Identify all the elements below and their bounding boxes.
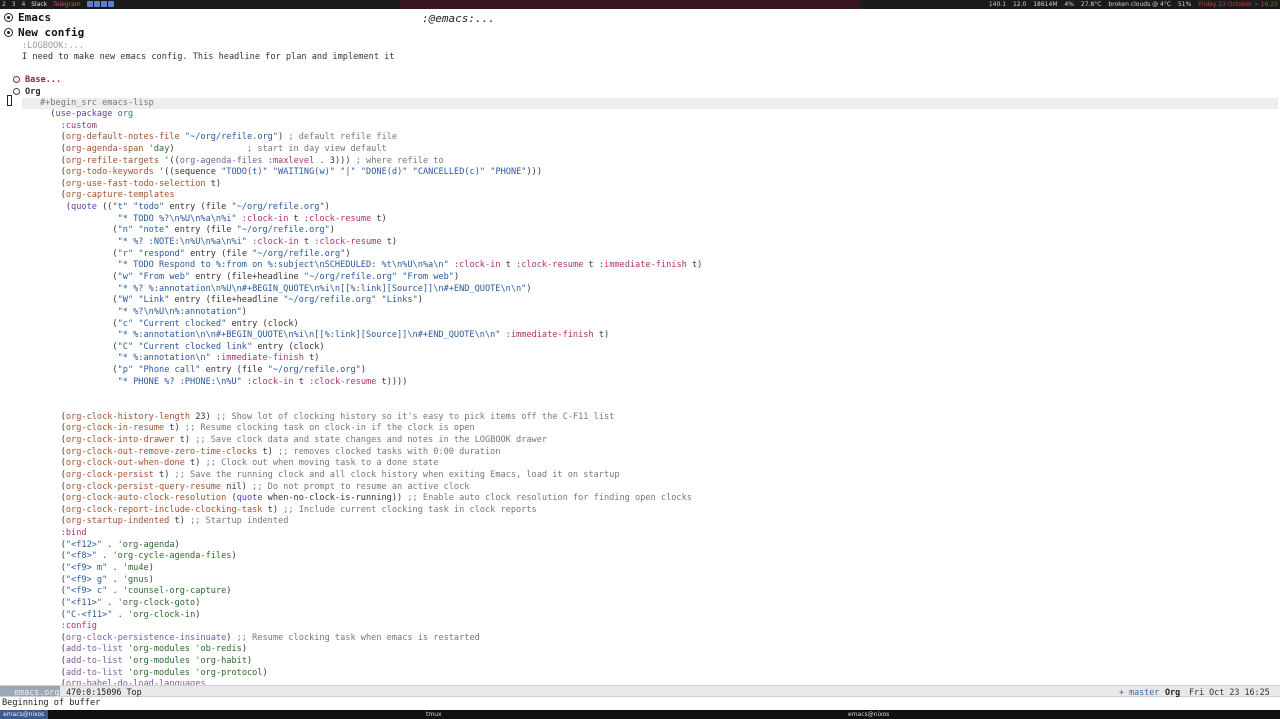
code-line: (add-to-list 'org-modules 'ob-redis) xyxy=(40,644,248,655)
bottom-session-bar: emacs@nixos tmux emacs@nixos xyxy=(0,710,1280,719)
workspace-3[interactable]: 3 xyxy=(12,1,16,8)
subheading-base[interactable]: Base... xyxy=(13,75,61,85)
logbook-drawer[interactable]: :LOGBOOK:... xyxy=(22,41,84,53)
tray-icon[interactable] xyxy=(86,1,93,7)
code-line: (use-package org xyxy=(40,109,134,119)
status-battery: 51% xyxy=(1177,1,1192,8)
heading-bullet-icon xyxy=(4,13,13,22)
code-line: :config xyxy=(60,621,97,632)
window-title: :@emacs:... xyxy=(422,12,495,25)
code-line: "* PHONE %? :PHONE:\n%U" :clock-in t :cl… xyxy=(117,376,408,387)
code-line: (org-clock-auto-clock-resolution (quote … xyxy=(40,493,692,504)
status-weather: broken clouds @ 4°C xyxy=(1108,1,1172,8)
heading-description: I need to make new emacs config. This he… xyxy=(22,52,395,62)
code-line: "* TODO %?\n%U\n%a\n%i" :clock-in t :clo… xyxy=(117,213,387,224)
code-line: (org-startup-indented t) ;; Startup inde… xyxy=(40,516,289,527)
code-line: ("<f12>" . 'org-agenda) xyxy=(40,539,180,550)
mode-line-clock: Fri Oct 23 16:25 xyxy=(1189,687,1270,697)
code-line: (org-clock-history-length 23) ;; Show lo… xyxy=(40,411,615,422)
code-line: "* %:annotation\n" :immediate-finish t) xyxy=(117,353,320,364)
code-line: ("p" "Phone call" entry (file "~/org/ref… xyxy=(40,365,367,376)
code-line: "* TODO Respond to %:from on %:subject\n… xyxy=(117,260,703,271)
code-line: (org-clock-report-include-clocking-task … xyxy=(40,504,537,515)
src-block-begin: #+begin_src emacs-lisp xyxy=(22,98,1278,109)
code-line: (quote (("t" "todo" entry (file "~/org/r… xyxy=(40,202,330,213)
workspace-list: 2 3 4 Slack Telegram xyxy=(2,0,115,9)
code-block[interactable]: (use-package org :custom (org-default-no… xyxy=(40,109,702,685)
status-cpu: 12.0 xyxy=(1012,1,1027,8)
code-line: (org-use-fast-todo-selection t) xyxy=(40,178,222,189)
code-line: (org-clock-persistence-insinuate) ;; Res… xyxy=(40,632,480,643)
cursor-position: 470:0:15096 Top xyxy=(66,687,142,697)
code-line: ("<f9> g" . 'gnus) xyxy=(40,574,154,585)
text-cursor xyxy=(7,95,12,106)
major-mode[interactable]: Org xyxy=(1165,686,1180,698)
code-line: (org-clock-in-resume t) ;; Resume clocki… xyxy=(40,423,475,434)
code-line: ("r" "respond" entry (file "~/org/refile… xyxy=(40,248,351,259)
heading-bullet-icon xyxy=(4,28,13,37)
code-line: ("<f9> c" . 'counsel-org-capture) xyxy=(40,586,232,597)
code-line: :bind xyxy=(60,528,87,539)
heading-new-config[interactable]: New config xyxy=(4,26,84,39)
echo-area: Beginning of buffer xyxy=(2,698,101,708)
code-line: ("w" "From web" entry (file+headline "~/… xyxy=(40,271,460,282)
workspace-4[interactable]: 4 xyxy=(22,1,26,8)
top-system-bar: 2 3 4 Slack Telegram 140.1 12.0 18614M 4… xyxy=(0,0,1280,9)
subheading-bullet-icon xyxy=(13,88,20,95)
code-line: "* %? :NOTE:\n%U\n%a\n%i" :clock-in t :c… xyxy=(117,237,398,248)
code-line: (org-agenda-span 'day) ; start in day vi… xyxy=(40,143,387,154)
active-window-title-bar xyxy=(400,0,860,9)
code-line: (org-clock-persist t) ;; Save the runnin… xyxy=(40,469,620,480)
tray-icon[interactable] xyxy=(107,1,114,7)
code-line: (add-to-list 'org-modules 'org-protocol) xyxy=(40,667,268,678)
subheading-bullet-icon xyxy=(13,76,20,83)
code-line: ("W" "Link" entry (file+headline "~/org/… xyxy=(40,295,423,306)
code-line: ("<f8>" . 'org-cycle-agenda-files) xyxy=(40,551,237,562)
status-clock: Friday 23 October > 16:25 xyxy=(1198,1,1278,8)
code-line: (org-clock-persist-query-resume nil) ;; … xyxy=(40,481,470,492)
code-line: (org-capture-templates xyxy=(40,190,175,201)
code-line: (add-to-list 'org-modules 'org-habit) xyxy=(40,656,253,667)
editor-buffer[interactable]: Emacs :@emacs:... New config :LOGBOOK:..… xyxy=(0,9,1280,685)
subheading-org[interactable]: Org xyxy=(13,87,41,97)
workspace-slack[interactable]: Slack xyxy=(31,1,47,8)
tray-icon[interactable] xyxy=(100,1,107,7)
code-line: (org-clock-out-when-done t) ;; Clock out… xyxy=(40,458,439,469)
workspace-telegram[interactable]: Telegram xyxy=(53,1,81,8)
code-line: ("C" "Current clocked link" entry (clock… xyxy=(40,341,325,352)
status-temperature: 27.8°C xyxy=(1080,1,1102,8)
code-line: ("c" "Current clocked" entry (clock) xyxy=(40,318,299,329)
code-line: (org-clock-out-remove-zero-time-clocks t… xyxy=(40,446,501,457)
status-memory: 18614M xyxy=(1033,1,1058,8)
session-tab-tmux[interactable]: tmux xyxy=(426,710,442,719)
code-line: "* %? %:annotation\n%U\n#+BEGIN_QUOTE\n%… xyxy=(117,283,532,294)
mode-line: emacs.org 470:0:15096 Top + master Org F… xyxy=(0,685,1280,697)
heading-emacs[interactable]: Emacs xyxy=(4,11,51,24)
code-line: (org-refile-targets '((org-agenda-files … xyxy=(40,155,444,166)
session-tab-active[interactable]: emacs@nixos xyxy=(0,710,48,719)
code-line: :custom xyxy=(60,120,97,131)
code-line: ("<f11>" . 'org-clock-goto) xyxy=(40,597,201,608)
tray-icon[interactable] xyxy=(93,1,100,7)
code-line: ("<f9> m" . 'mu4e) xyxy=(40,562,154,573)
code-line: "* %?\n%U\n%:annotation") xyxy=(117,306,247,317)
code-line: (org-default-notes-file "~/org/refile.or… xyxy=(40,132,398,143)
workspace-2[interactable]: 2 xyxy=(2,1,6,8)
code-line: "* %:annotation\n\n#+BEGIN_QUOTE\n%i\n[[… xyxy=(117,330,610,341)
code-line: (org-clock-into-drawer t) ;; Save clock … xyxy=(40,434,548,445)
code-line: (org-todo-keywords '((sequence "TODO(t)"… xyxy=(40,167,543,178)
status-load: 140.1 xyxy=(988,1,1007,8)
code-line: ("C-<f11>" . 'org-clock-in) xyxy=(40,609,201,620)
code-line: ("n" "note" entry (file "~/org/refile.or… xyxy=(40,225,335,236)
git-branch[interactable]: + master xyxy=(1119,686,1159,698)
buffer-name[interactable]: emacs.org xyxy=(0,686,60,697)
status-disk: 4% xyxy=(1064,1,1074,8)
status-area: 140.1 12.0 18614M 4% 27.8°C broken cloud… xyxy=(984,0,1278,9)
session-tab-emacs[interactable]: emacs@nixos xyxy=(848,710,889,719)
